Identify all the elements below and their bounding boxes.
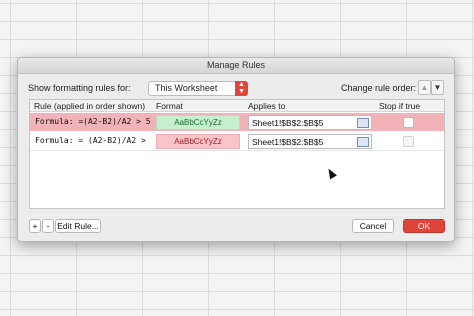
manage-rules-dialog: Manage Rules Show formatting rules for: … xyxy=(17,57,455,242)
show-rules-value: This Worksheet xyxy=(155,83,218,93)
dialog-title: Manage Rules xyxy=(206,60,266,70)
add-rule-button[interactable]: + xyxy=(29,219,41,233)
dialog-titlebar: Manage Rules xyxy=(18,58,454,74)
applies-to-value: Sheet1!$B$2:$B$5 xyxy=(252,137,324,147)
stop-if-true-checkbox[interactable] xyxy=(403,117,414,128)
format-preview: AaBbCcYyZz xyxy=(156,115,240,130)
edit-rule-button[interactable]: Edit Rule... xyxy=(55,219,101,233)
change-order-label: Change rule order: xyxy=(341,83,417,93)
applies-to-field[interactable]: Sheet1!$B$2:$B$5 xyxy=(248,134,372,149)
rule-row[interactable]: Formula: = (A2-B2)/A2 > 5... AaBbCcYyZz … xyxy=(30,132,444,151)
header-rule: Rule (applied in order shown) xyxy=(34,101,146,111)
show-rules-select[interactable]: This Worksheet ▲ ▼ xyxy=(148,81,248,96)
range-select-icon[interactable] xyxy=(357,118,369,128)
applies-to-value: Sheet1!$B$2:$B$5 xyxy=(252,118,324,128)
move-down-button[interactable]: ▼ xyxy=(431,80,444,95)
applies-to-field[interactable]: Sheet1!$B$2:$B$5 xyxy=(248,115,372,130)
rule-formula: Formula: = (A2-B2)/A2 > 5... xyxy=(35,136,150,145)
show-rules-label: Show formatting rules for: xyxy=(28,83,131,93)
remove-rule-button[interactable]: - xyxy=(42,219,54,233)
format-preview: AaBbCcYyZz xyxy=(156,134,240,149)
rule-formula: Formula: =(A2-B2)/A2 > 5... xyxy=(35,117,150,126)
header-applies-to: Applies to xyxy=(248,101,286,111)
arrow-down-icon: ▼ xyxy=(433,83,442,92)
rules-table: Rule (applied in order shown) Format App… xyxy=(29,99,445,209)
arrow-up-icon: ▲ xyxy=(420,83,429,92)
select-chevron-icon: ▲ ▼ xyxy=(235,81,248,96)
stop-if-true-checkbox[interactable] xyxy=(403,136,414,147)
ok-button[interactable]: OK xyxy=(403,219,445,233)
table-header: Rule (applied in order shown) Format App… xyxy=(30,100,444,112)
header-format: Format xyxy=(156,101,183,111)
header-stop-if-true: Stop if true xyxy=(379,101,421,111)
range-select-icon[interactable] xyxy=(357,137,369,147)
move-up-button[interactable]: ▲ xyxy=(418,80,431,95)
rule-row[interactable]: Formula: =(A2-B2)/A2 > 5... AaBbCcYyZz S… xyxy=(30,113,444,131)
cancel-button[interactable]: Cancel xyxy=(352,219,394,233)
